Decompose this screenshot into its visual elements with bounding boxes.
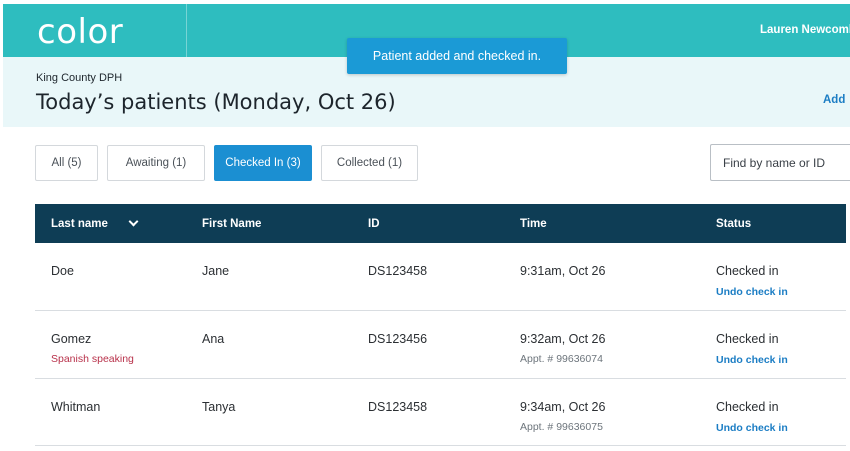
tab-label: Awaiting (1) [125, 157, 187, 169]
column-label: Last name [51, 217, 108, 230]
table-row[interactable]: Doe Jane DS123458 9:31am, Oct 26 Checked… [35, 243, 846, 311]
column-label: First Name [202, 217, 262, 230]
column-last-name[interactable]: Last name [51, 204, 139, 243]
add-patient-link[interactable]: Add [823, 94, 845, 106]
tab-label: All (5) [51, 157, 82, 169]
undo-check-in-link[interactable]: Undo check in [716, 354, 788, 366]
tab-awaiting[interactable]: Awaiting (1) [107, 145, 205, 181]
check-in-time: 9:31am, Oct 26 [520, 264, 606, 278]
tab-all[interactable]: All (5) [35, 145, 98, 181]
user-name-menu[interactable]: Lauren Newcomb [760, 24, 850, 36]
column-id: ID [368, 204, 380, 243]
patient-id: DS123458 [368, 400, 428, 414]
column-label: Status [716, 217, 752, 230]
first-name: Tanya [202, 400, 236, 414]
appointment-number: Appt. # 99636074 [520, 353, 603, 365]
undo-check-in-link[interactable]: Undo check in [716, 286, 788, 298]
column-time: Time [520, 204, 547, 243]
status-text: Checked in [716, 264, 779, 278]
toast-message: Patient added and checked in. [372, 49, 542, 63]
check-in-time: 9:34am, Oct 26 [520, 400, 606, 414]
search-input[interactable] [723, 155, 843, 170]
chevron-down-icon[interactable] [128, 216, 139, 227]
first-name: Jane [202, 264, 230, 278]
patient-id: DS123458 [368, 264, 428, 278]
page-title: Today’s patients (Monday, Oct 26) [36, 90, 396, 114]
patient-id: DS123456 [368, 332, 428, 346]
column-label: Time [520, 217, 547, 230]
logo-divider [186, 4, 187, 57]
status-text: Checked in [716, 400, 779, 414]
org-name: King County DPH [36, 72, 123, 84]
last-name: Gomez [51, 332, 92, 346]
table-row[interactable]: Whitman Tanya DS123458 9:34am, Oct 26 Ap… [35, 379, 846, 446]
search-box [710, 144, 850, 181]
language-note: Spanish speaking [51, 353, 134, 365]
column-label: ID [368, 217, 380, 230]
success-toast: Patient added and checked in. [347, 38, 567, 74]
appointment-number: Appt. # 99636075 [520, 421, 603, 433]
column-first-name: First Name [202, 204, 261, 243]
tab-checked-in[interactable]: Checked In (3) [214, 145, 312, 181]
check-in-time: 9:32am, Oct 26 [520, 332, 606, 346]
tab-collected[interactable]: Collected (1) [321, 145, 418, 181]
first-name: Ana [202, 332, 225, 346]
undo-check-in-link[interactable]: Undo check in [716, 422, 788, 434]
table-header: Last name First Name ID Time Status [35, 204, 846, 243]
color-logo[interactable]: color [37, 14, 123, 50]
column-status: Status [716, 204, 751, 243]
status-text: Checked in [716, 332, 779, 346]
table-row[interactable]: Gomez Spanish speaking Ana DS123456 9:32… [35, 311, 846, 379]
tab-label: Checked In (3) [225, 157, 301, 169]
tab-label: Collected (1) [336, 157, 403, 169]
last-name: Doe [51, 264, 74, 278]
last-name: Whitman [51, 400, 101, 414]
